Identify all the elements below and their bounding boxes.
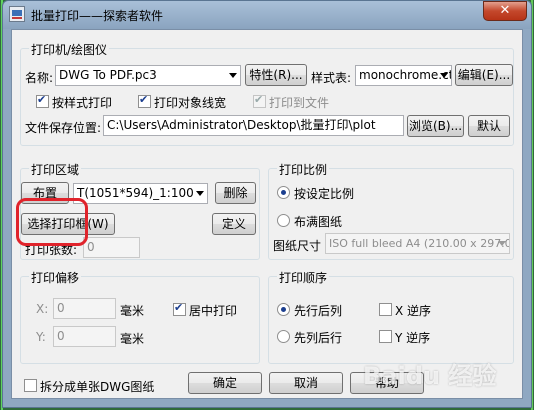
print-by-style-checkbox[interactable] (36, 93, 49, 108)
print-lineweight-label: 打印对象线宽 (154, 96, 227, 110)
scale-by-setting-label: 按设定比例 (294, 187, 355, 201)
edit-style-button[interactable]: 编辑(E)... (455, 64, 513, 86)
scale-by-setting-radio[interactable] (277, 186, 290, 199)
print-frame-value: T(1051*594)_1:100 (77, 186, 194, 200)
split-dwg-label: 拆分成单张DWG图纸 (40, 380, 155, 394)
printer-group-label: 打印机/绘图仪 (29, 41, 110, 58)
app-icon (9, 6, 25, 22)
red-highlight-annotation (16, 198, 88, 246)
ok-button[interactable]: 确定 (188, 372, 262, 394)
print-order-group-label: 打印顺序 (277, 269, 330, 286)
y-reverse-label: Y 逆序 (395, 331, 431, 345)
x-reverse-checkbox[interactable] (379, 303, 392, 316)
chevron-down-icon (229, 73, 237, 78)
split-dwg-checkbox[interactable] (24, 379, 37, 392)
paper-size-select[interactable]: ISO full bleed A4 (210.00 x 297.0 (325, 233, 510, 254)
print-count-field[interactable]: 0 (83, 237, 140, 258)
dialog-client-area: 打印机/绘图仪 名称: DWG To PDF.pc3 特性(R)... 样式表:… (11, 29, 523, 399)
style-sheet-label: 样式表: (311, 71, 352, 85)
row-first-radio[interactable] (277, 303, 290, 316)
title-bar[interactable]: 批量打印——探索者软件 ✕ (3, 1, 531, 29)
offset-x-label: X: (36, 302, 49, 316)
row-first-label: 先行后列 (294, 304, 343, 318)
printer-name-select[interactable]: DWG To PDF.pc3 (55, 65, 241, 86)
paper-size-label: 图纸尺寸 (273, 239, 322, 253)
save-path-input[interactable]: C:\Users\Administrator\Desktop\批量打印\plot (103, 115, 404, 136)
print-offset-group-label: 打印偏移 (29, 269, 82, 286)
offset-x-unit: 毫米 (120, 304, 145, 318)
print-lineweight-checkbox[interactable] (138, 93, 151, 108)
print-to-file-checkbox[interactable] (253, 93, 266, 108)
offset-y-unit: 毫米 (120, 332, 145, 346)
window-title: 批量打印——探索者软件 (31, 9, 164, 23)
center-print-label: 居中打印 (189, 304, 238, 318)
close-button[interactable]: ✕ (483, 1, 527, 21)
print-scale-group-label: 打印比例 (277, 161, 330, 178)
printer-name-label: 名称: (25, 71, 54, 85)
print-area-group-label: 打印区域 (29, 161, 82, 178)
print-frame-select[interactable]: T(1051*594)_1:100 (73, 183, 208, 204)
paper-size-value: ISO full bleed A4 (210.00 x 297.0 (329, 237, 510, 250)
chevron-down-icon (440, 73, 448, 78)
cancel-button[interactable]: 取消 (269, 372, 343, 394)
printer-name-value: DWG To PDF.pc3 (59, 68, 157, 82)
column-first-radio[interactable] (277, 330, 290, 343)
column-first-label: 先列后行 (294, 331, 343, 345)
batch-print-dialog: 批量打印——探索者软件 ✕ 打印机/绘图仪 名称: DWG To PDF.pc3… (2, 0, 532, 408)
center-print-checkbox[interactable] (173, 301, 186, 316)
print-order-group: 打印顺序 (268, 269, 514, 364)
offset-x-field[interactable]: 0 (53, 298, 116, 319)
chevron-down-icon (196, 191, 204, 196)
print-to-file-label: 打印到文件 (269, 96, 330, 110)
delete-frame-button[interactable]: 删除 (215, 182, 256, 204)
fit-to-paper-label: 布满图纸 (294, 215, 343, 229)
style-sheet-select[interactable]: monochrome.ctl (355, 65, 452, 86)
y-reverse-checkbox[interactable] (379, 330, 392, 343)
save-path-label: 文件保存位置: (25, 121, 102, 135)
style-sheet-value: monochrome.ctl (359, 68, 452, 82)
offset-y-field[interactable]: 0 (53, 326, 116, 347)
print-offset-group: 打印偏移 (20, 269, 260, 364)
printer-properties-button[interactable]: 特性(R)... (245, 64, 307, 86)
chevron-down-icon (498, 241, 506, 246)
offset-y-label: Y: (36, 330, 46, 344)
print-by-style-label: 按样式打印 (52, 96, 113, 110)
x-reverse-label: X 逆序 (395, 304, 432, 318)
fit-to-paper-radio[interactable] (277, 214, 290, 227)
define-button[interactable]: 定义 (212, 213, 256, 235)
baidu-watermark: Baidu 经验 (363, 362, 497, 390)
default-path-button[interactable]: 默认 (468, 115, 510, 137)
browse-button[interactable]: 浏览(B)... (407, 115, 464, 137)
